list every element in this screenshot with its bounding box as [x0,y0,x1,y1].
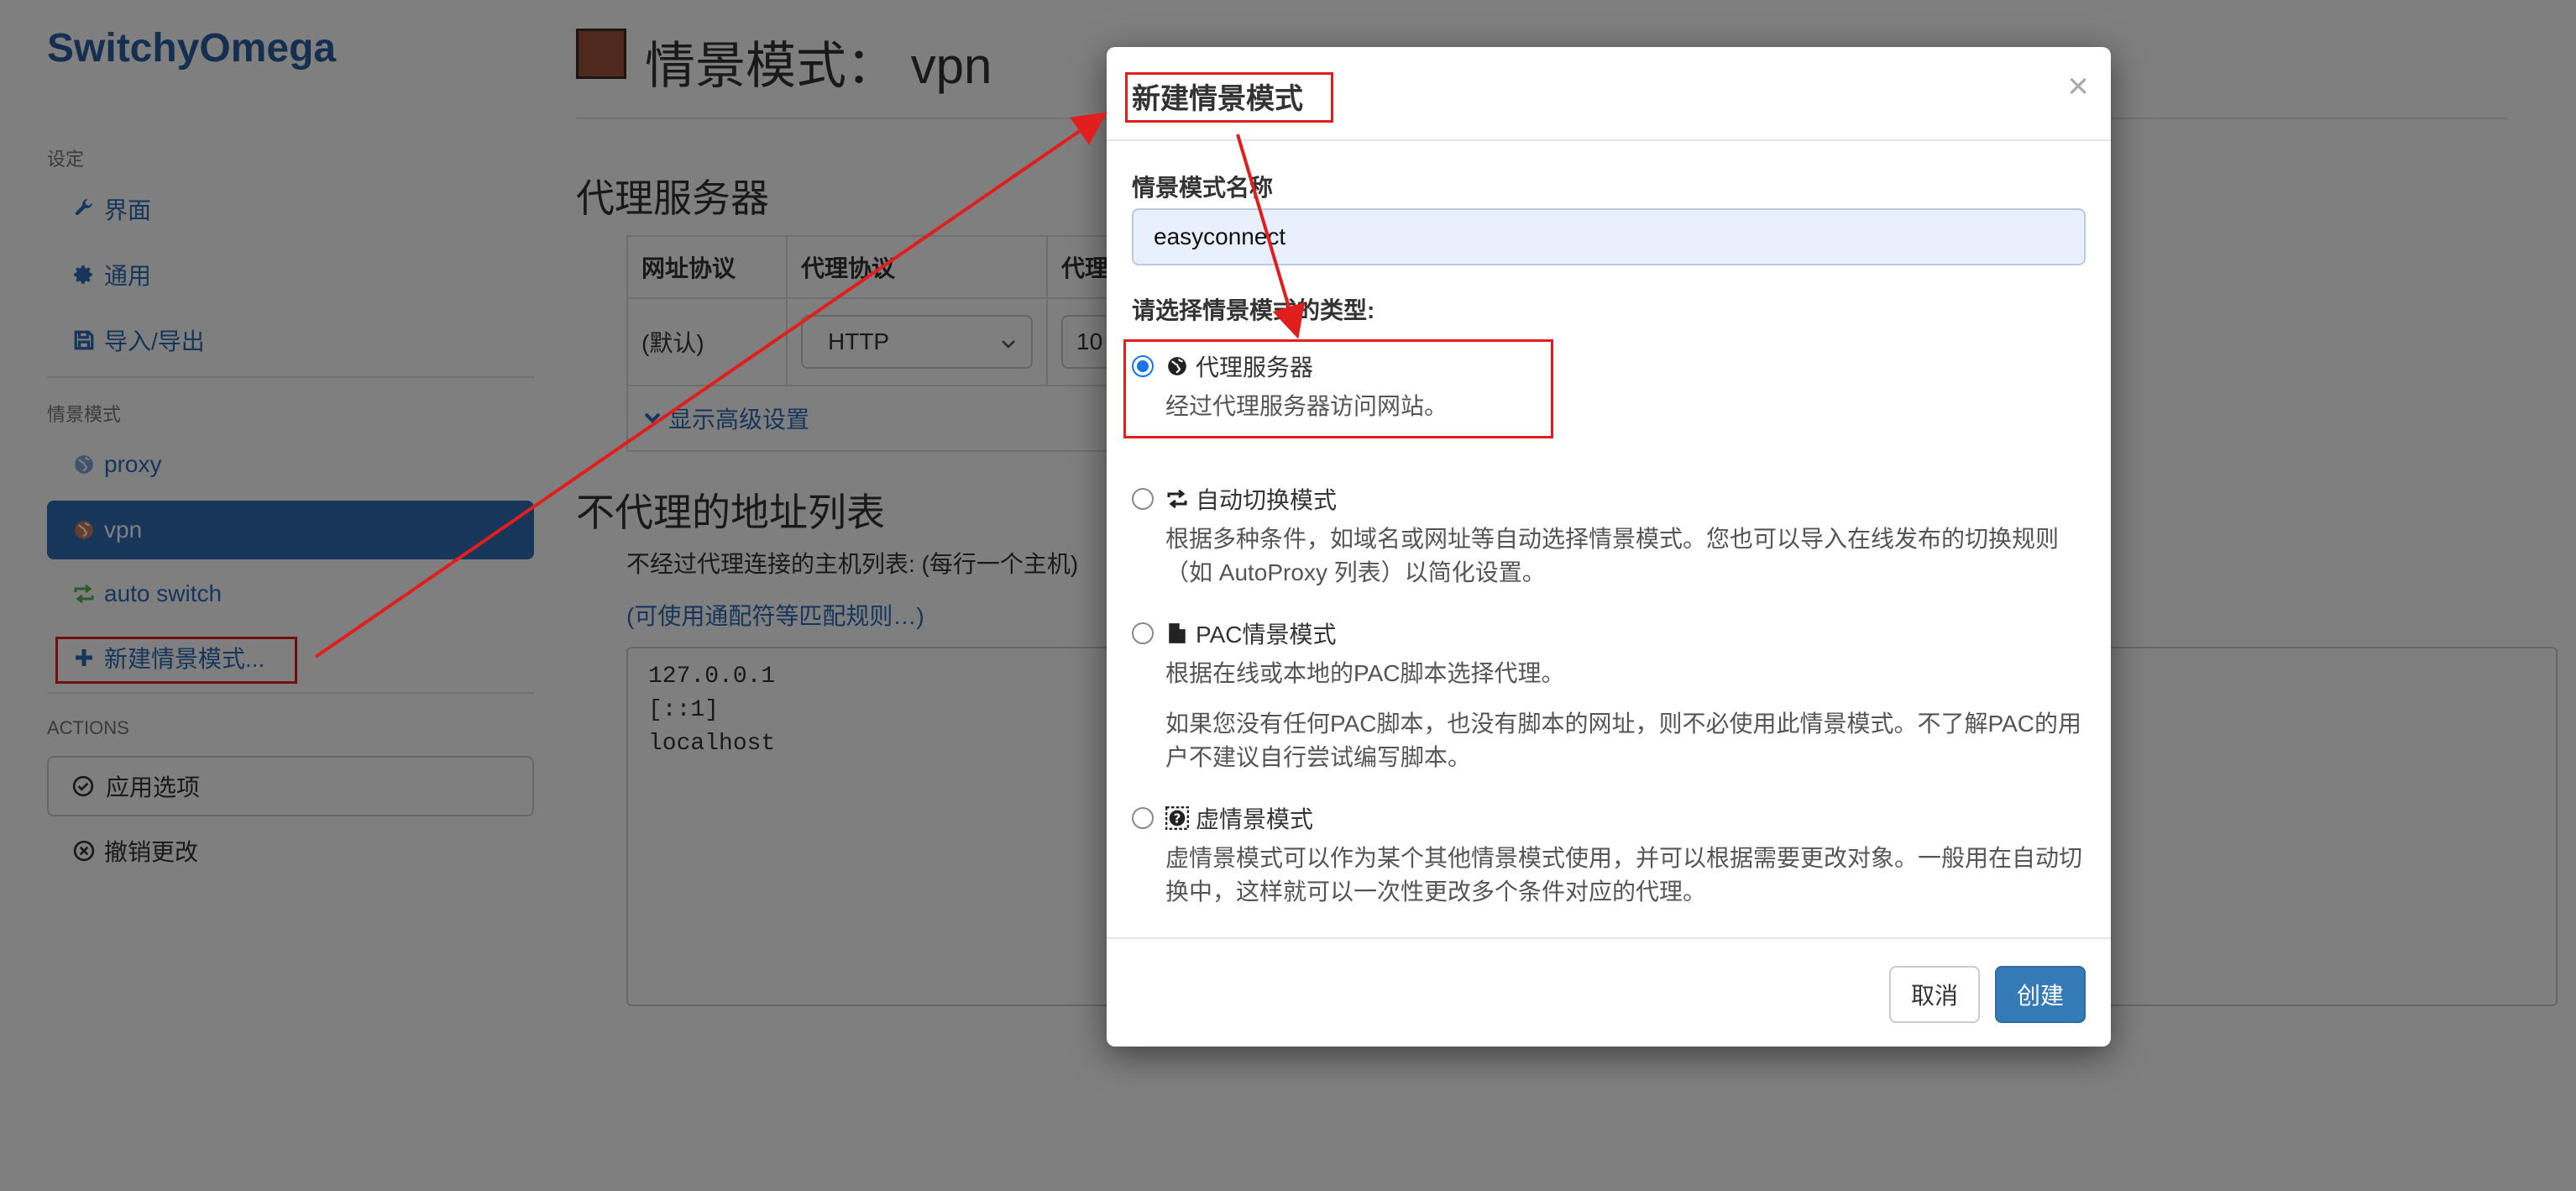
option-help: （如 AutoProxy 列表）以简化设置。 [1165,559,1546,585]
radio-pac[interactable] [1132,622,1154,644]
option-help: 根据在线或本地的PAC脚本选择代理。 [1165,660,1565,686]
profile-type-label: 请选择情景模式的类型: [1132,297,1375,323]
annotation-box-dialog-title [1125,72,1333,123]
question-icon: ? [1164,806,1191,830]
switch-icon [1164,489,1191,509]
option-label: 自动切换模式 [1196,487,1338,513]
profile-name-label: 情景模式名称 [1132,175,1274,201]
option-help: 根据多种条件，如域名或网址等自动选择情景模式。您也可以导入在线发布的切换规则 [1165,526,2060,552]
radio-virtual[interactable] [1132,807,1154,829]
svg-text:?: ? [1174,811,1181,826]
profile-name-input[interactable] [1132,208,2086,265]
close-icon[interactable]: × [2067,66,2089,108]
create-button[interactable]: 创建 [1995,966,2086,1023]
profile-type-option-pac[interactable]: PAC情景模式 根据在线或本地的PAC脚本选择代理。 如果您没有任何PAC脚本，… [1132,616,2089,774]
option-help: 如果您没有任何PAC脚本，也没有脚本的网址，则不必使用此情景模式。不了解PAC的… [1165,711,2081,737]
option-help: 换中，这样就可以一次性更改多个条件对应的代理。 [1165,879,1707,905]
cancel-button[interactable]: 取消 [1889,966,1980,1023]
option-label: 虚情景模式 [1196,806,1314,832]
radio-auto-switch[interactable] [1132,488,1154,510]
annotation-box-proxy-option [1123,339,1553,438]
option-help: 户不建议自行尝试编写脚本。 [1165,744,1472,770]
option-label: PAC情景模式 [1196,622,1337,648]
option-help: 虚情景模式可以作为某个其他情景模式使用，并可以根据需要更改对象。一般用在自动切 [1165,845,2083,871]
profile-type-option-switch[interactable]: 自动切换模式 根据多种条件，如域名或网址等自动选择情景模式。您也可以导入在线发布… [1132,482,2089,590]
file-icon [1164,622,1191,644]
dialog-footer-divider [1107,937,2111,939]
new-profile-dialog: 新建情景模式 × 情景模式名称 请选择情景模式的类型: 代理服务器 经过代理服务… [1107,47,2111,1047]
profile-type-option-virtual[interactable]: ? 虚情景模式 虚情景模式可以作为某个其他情景模式使用，并可以根据需要更改对象。… [1132,801,2089,909]
